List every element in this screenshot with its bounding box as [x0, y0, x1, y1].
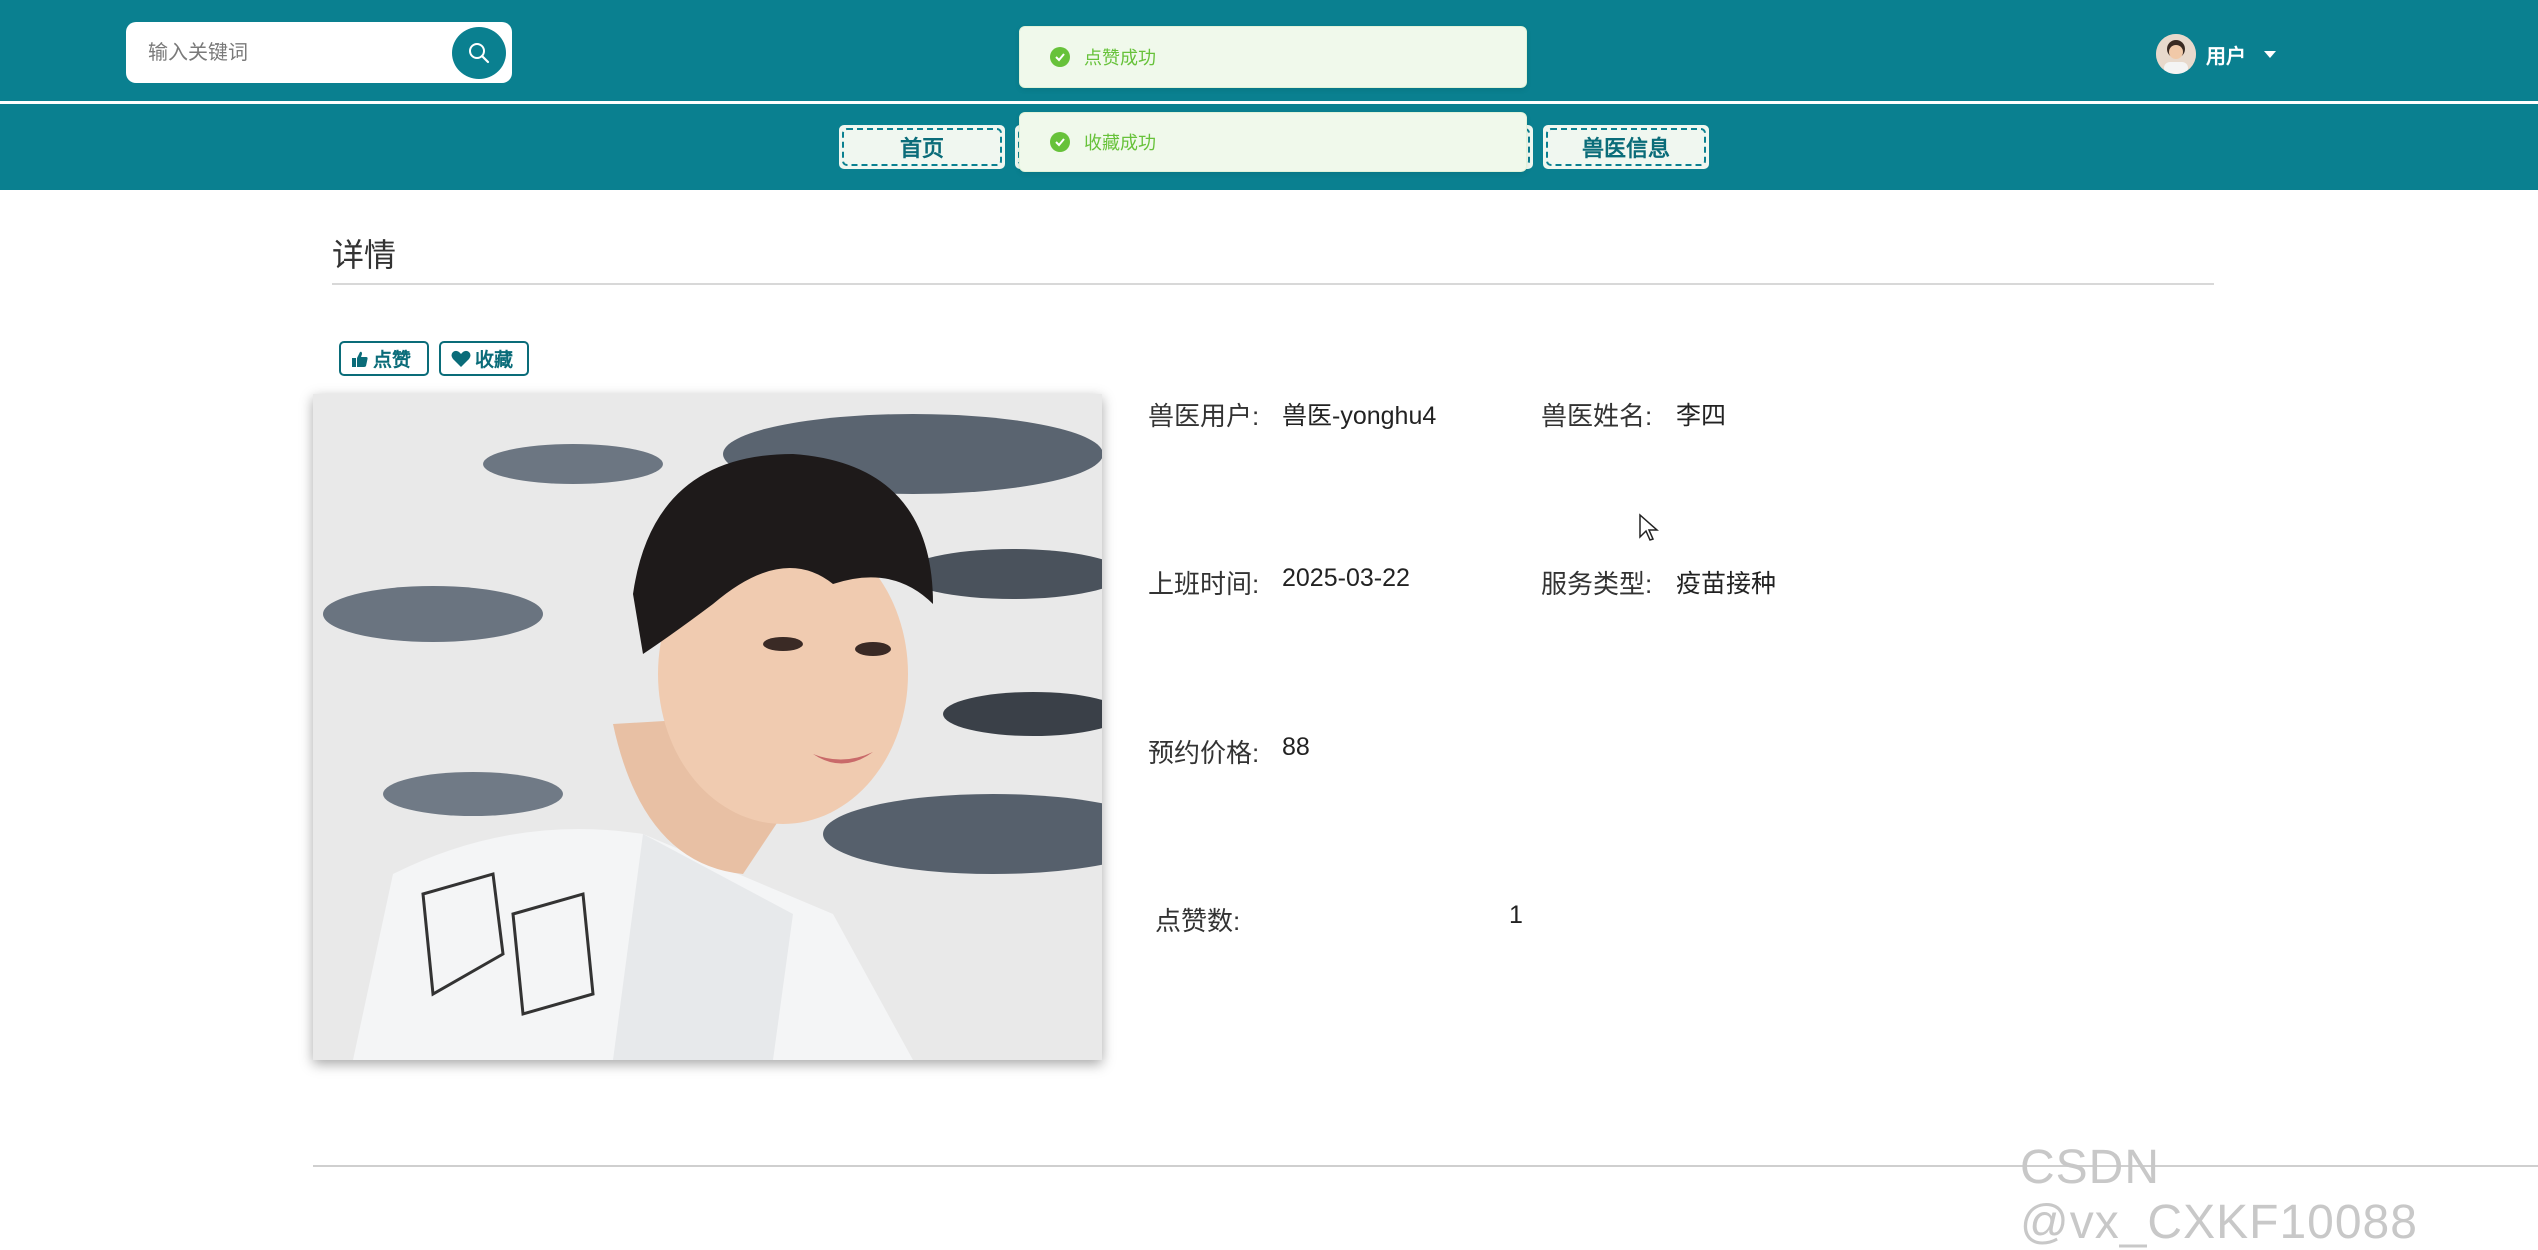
vet-name-label: 兽医姓名: [1541, 401, 1653, 431]
like-button[interactable]: 点赞 [339, 341, 429, 376]
success-check-icon [1050, 132, 1070, 152]
success-check-icon [1050, 47, 1070, 67]
likes-value: 1 [1509, 901, 1523, 929]
like-button-label: 点赞 [373, 350, 412, 371]
search-icon [469, 43, 490, 64]
nav-home[interactable]: 首页 [836, 122, 1008, 172]
toast-favorite-success: 收藏成功 [1019, 112, 1527, 172]
work-time-label: 上班时间: [1148, 569, 1260, 599]
toast-text: 点赞成功 [1084, 48, 1156, 68]
header-divider [0, 101, 2538, 104]
vet-name-value: 李四 [1676, 402, 1727, 430]
nav-vet-info[interactable]: 兽医信息 [1540, 122, 1712, 172]
vet-photo [313, 394, 1102, 1060]
title-divider [332, 283, 2214, 285]
service-type-value: 疫苗接种 [1676, 570, 1777, 598]
toast-like-success: 点赞成功 [1019, 26, 1527, 88]
user-menu[interactable]: 用户 [2156, 32, 2276, 76]
avatar [2156, 34, 2196, 74]
favorite-button-label: 收藏 [475, 350, 514, 371]
heart-icon [451, 350, 471, 367]
vet-user-label: 兽医用户: [1148, 401, 1260, 431]
price-label: 预约价格: [1148, 738, 1260, 768]
search-button[interactable] [452, 27, 506, 79]
mouse-cursor-icon [1639, 513, 1659, 541]
chevron-down-icon [2264, 50, 2276, 58]
price-value: 88 [1282, 733, 1310, 761]
toast-text: 收藏成功 [1084, 133, 1156, 153]
search-box [126, 22, 512, 83]
search-input[interactable] [146, 32, 450, 74]
likes-label: 点赞数: [1155, 906, 1241, 936]
service-type-label: 服务类型: [1541, 569, 1653, 599]
page-title: 详情 [332, 237, 397, 273]
thumbs-up-icon [352, 351, 368, 367]
user-name: 用户 [2206, 45, 2246, 68]
favorite-button[interactable]: 收藏 [439, 341, 529, 376]
vet-user-value: 兽医-yonghu4 [1282, 402, 1437, 430]
watermark: CSDN @vx_CXKF10088 [2020, 1141, 2418, 1249]
work-time-value: 2025-03-22 [1282, 564, 1410, 592]
